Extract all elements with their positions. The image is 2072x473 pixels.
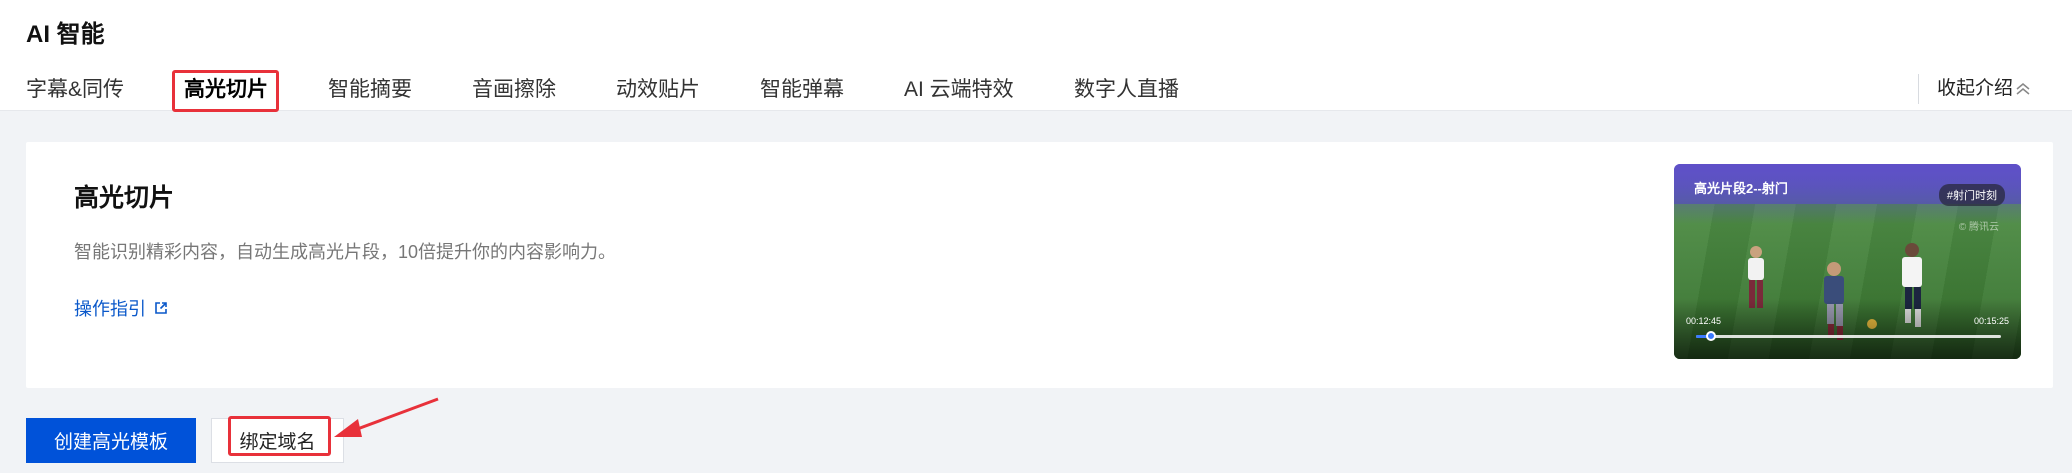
highlight-video-thumbnail[interactable]: 高光片段2--射门 #射门时刻 © 腾讯云 00:12:45 00:15:25 [1674, 164, 2021, 359]
card-description: 智能识别精彩内容，自动生成高光片段，10倍提升你的内容影响力。 [74, 242, 617, 262]
thumbnail-title: 高光片段2--射门 [1694, 181, 1788, 196]
active-tab-highlight-annotation [172, 70, 279, 112]
thumbnail-watermark: © 腾讯云 [1958, 222, 1999, 233]
card-title: 高光切片 [74, 184, 175, 212]
tab-digital-human-live[interactable]: 数字人直播 [1074, 68, 1179, 111]
tab-subtitles[interactable]: 字幕&同传 [26, 68, 124, 111]
tab-ai-cloud-effects[interactable]: AI 云端特效 [904, 68, 1014, 111]
bottom-shade [1674, 299, 2021, 359]
page-title: AI 智能 [26, 21, 105, 48]
tab-smart-summary[interactable]: 智能摘要 [328, 68, 412, 111]
bind-domain-highlight-annotation [228, 416, 331, 456]
page-header: AI 智能 字幕&同传 高光切片 智能摘要 音画擦除 动效贴片 智能弹幕 AI … [0, 0, 2072, 112]
video-progress-bar[interactable] [1696, 331, 2001, 341]
intro-card: 高光切片 智能识别精彩内容，自动生成高光片段，10倍提升你的内容影响力。 操作指… [26, 142, 2053, 388]
operation-guide-label: 操作指引 [74, 299, 146, 319]
double-chevron-up-icon [2016, 83, 2030, 95]
tab-audio-video-erase[interactable]: 音画擦除 [472, 68, 556, 111]
tab-motion-stickers[interactable]: 动效贴片 [616, 68, 700, 111]
total-time: 00:15:25 [1973, 316, 2009, 326]
collapse-intro-label: 收起介绍 [1937, 78, 2014, 99]
annotation-arrow-icon [334, 397, 439, 437]
thumbnail-tag: #射门时刻 [1938, 184, 2005, 206]
current-time: 00:12:45 [1686, 316, 1722, 326]
create-highlight-template-button[interactable]: 创建高光模板 [26, 418, 196, 463]
tab-smart-danmaku[interactable]: 智能弹幕 [760, 68, 844, 111]
operation-guide-link[interactable]: 操作指引 [74, 295, 168, 321]
tab-bar: 字幕&同传 高光切片 智能摘要 音画擦除 动效贴片 智能弹幕 AI 云端特效 数… [0, 68, 1900, 111]
collapse-intro-button[interactable]: 收起介绍 [1918, 74, 2031, 104]
external-link-icon [155, 302, 167, 314]
